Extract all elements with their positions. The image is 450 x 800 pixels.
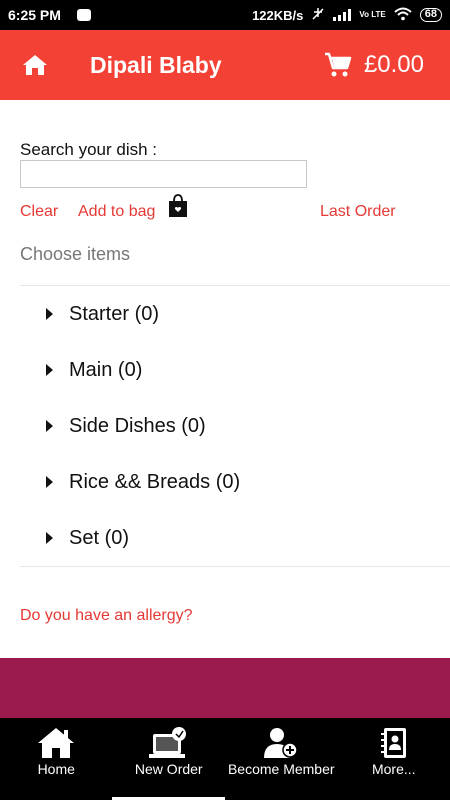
nav-label: New Order	[134, 761, 203, 777]
category-list: Starter (0) Main (0) Side Dishes (0) Ric…	[20, 286, 450, 566]
caret-right-icon	[46, 476, 53, 488]
search-label: Search your dish :	[20, 140, 158, 159]
category-item[interactable]: Side Dishes (0)	[20, 398, 450, 454]
search-input[interactable]	[20, 160, 307, 188]
nav-more[interactable]: More...	[338, 718, 450, 800]
home-icon	[38, 728, 75, 758]
nav-become-member[interactable]: Become Member	[225, 718, 338, 800]
category-label: Side Dishes (0)	[69, 414, 206, 437]
nav-home[interactable]: Home	[0, 718, 113, 800]
shopping-bag-icon[interactable]	[167, 193, 189, 219]
category-item[interactable]: Rice && Breads (0)	[20, 454, 450, 510]
status-bar: 6:25 PM 122KB/s Vo LTE 68	[0, 0, 450, 30]
nav-new-order[interactable]: New Order	[113, 718, 226, 800]
signal-icon	[333, 9, 352, 21]
page-title: Dipali Blaby	[90, 51, 222, 78]
status-time: 6:25 PM	[8, 7, 61, 23]
notification-icon	[76, 9, 91, 21]
nav-label: Home	[37, 761, 75, 777]
status-indicators: 122KB/s Vo LTE 68	[252, 7, 442, 24]
allergy-link[interactable]: Do you have an allergy?	[20, 607, 193, 625]
nav-label: Become Member	[227, 761, 335, 777]
bottom-navigation: Home New Order Become Member More...	[0, 718, 450, 800]
last-order-link[interactable]: Last Order	[320, 203, 396, 221]
nav-label: More...	[371, 761, 416, 777]
mute-icon	[311, 7, 325, 24]
app-header: Dipali Blaby £0.00	[0, 30, 450, 100]
add-to-bag-link[interactable]: Add to bag	[78, 203, 155, 221]
new-order-icon	[148, 727, 186, 758]
home-button[interactable]	[0, 30, 70, 100]
caret-right-icon	[46, 532, 53, 544]
category-label: Rice && Breads (0)	[69, 470, 241, 493]
category-label: Set (0)	[69, 526, 130, 549]
network-speed: 122KB/s	[252, 7, 304, 23]
battery-icon: 68	[419, 8, 442, 22]
category-item[interactable]: Starter (0)	[20, 286, 450, 342]
category-label: Main (0)	[69, 358, 143, 381]
cart-button[interactable]: £0.00	[324, 51, 424, 79]
cart-total: £0.00	[363, 51, 424, 78]
promo-banner	[0, 658, 450, 718]
add-member-icon	[264, 728, 298, 758]
cart-icon	[324, 52, 352, 77]
divider	[20, 566, 450, 567]
category-item[interactable]: Set (0)	[20, 510, 450, 566]
clear-link[interactable]: Clear	[20, 203, 58, 221]
home-icon	[23, 55, 47, 75]
caret-right-icon	[46, 364, 53, 376]
caret-right-icon	[46, 420, 53, 432]
category-label: Starter (0)	[69, 302, 160, 325]
contacts-book-icon	[380, 728, 406, 758]
wifi-icon	[394, 7, 412, 24]
volte-label: Vo LTE	[359, 10, 386, 19]
category-item[interactable]: Main (0)	[20, 342, 450, 398]
section-title: Choose items	[20, 244, 131, 264]
caret-right-icon	[46, 308, 53, 320]
